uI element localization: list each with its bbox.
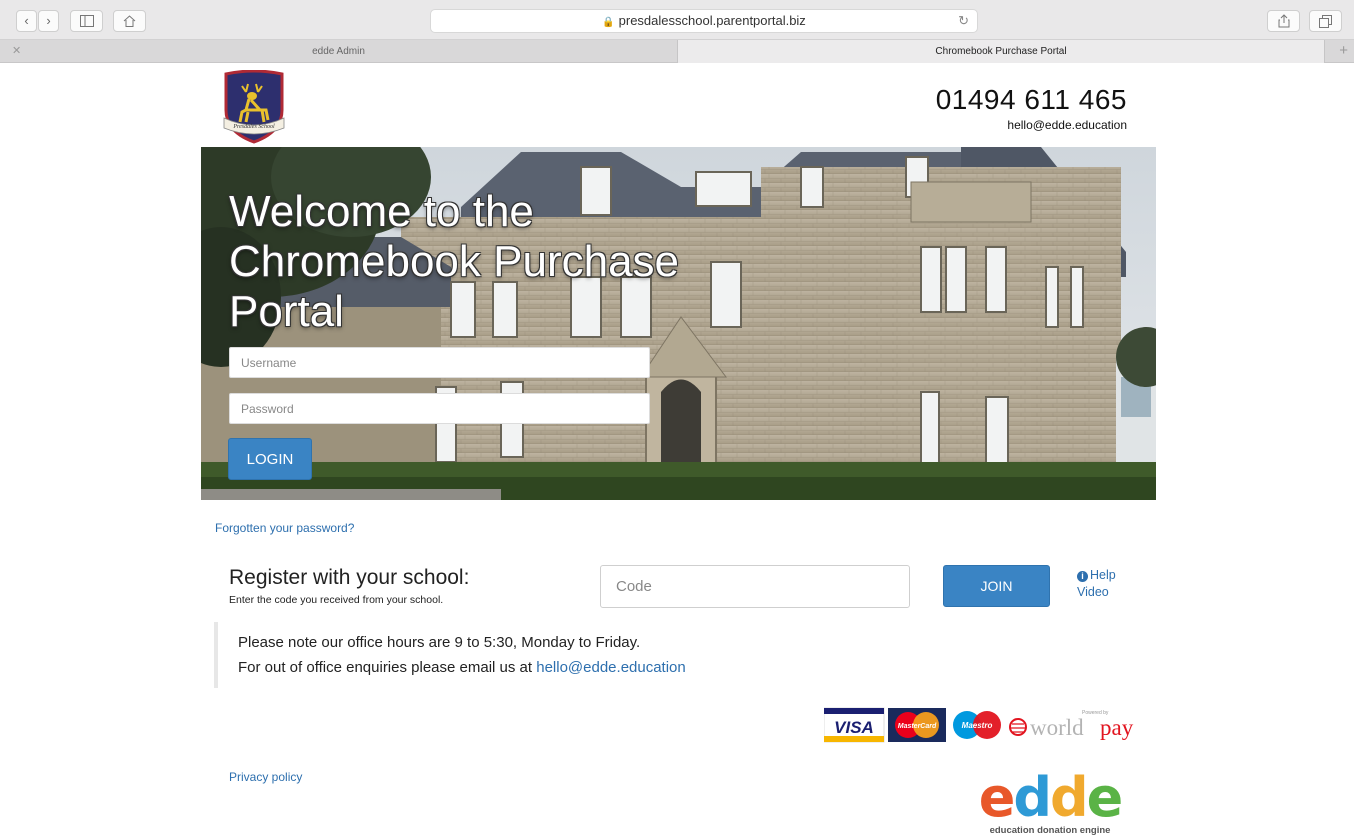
help-video-link[interactable]: i Help Video	[1077, 567, 1137, 601]
edde-logo[interactable]: edde education donation engine	[960, 772, 1140, 839]
plus-icon[interactable]: +	[1339, 40, 1348, 62]
register-subtitle: Enter the code you received from your sc…	[229, 594, 444, 606]
login-button[interactable]: LOGIN	[228, 438, 312, 480]
home-icon[interactable]	[113, 10, 146, 32]
sidebar-icon[interactable]	[70, 10, 103, 32]
tab-edde-admin[interactable]: ✕ edde Admin	[0, 40, 677, 63]
visa-text: VISA	[834, 718, 874, 737]
tab-label: Chromebook Purchase Portal	[935, 46, 1067, 57]
hero-title: Welcome to the Chromebook Purchase Porta…	[229, 187, 680, 336]
edde-letter-e2: e	[1086, 772, 1124, 829]
visa-logo: VISA	[824, 707, 885, 743]
privacy-policy-link[interactable]: Privacy policy	[229, 770, 302, 784]
payment-logos: VISA MasterCard Maestro Powered by world…	[824, 707, 1134, 743]
edde-letter-d2: d	[1050, 772, 1089, 829]
edde-letter-e1: e	[978, 772, 1016, 829]
notice-email-link[interactable]: hello@edde.education	[536, 659, 686, 676]
worldpay-logo: Powered by world pay	[1009, 710, 1134, 740]
mastercard-text: MasterCard	[898, 723, 937, 730]
office-hours-notice: Please note our office hours are 9 to 5:…	[214, 622, 774, 688]
tab-label: edde Admin	[312, 46, 365, 57]
hero-banner: Welcome to the Chromebook Purchase Porta…	[201, 147, 1156, 500]
share-icon[interactable]	[1267, 10, 1300, 32]
phone-number: 01494 611 465	[935, 84, 1127, 115]
mastercard-logo: MasterCard	[888, 708, 946, 742]
url-text: presdalesschool.parentportal.biz	[618, 13, 806, 28]
maestro-logo: Maestro	[953, 711, 1001, 739]
tab-bar: ✕ edde Admin Chromebook Purchase Portal …	[0, 40, 1354, 63]
address-bar[interactable]: 🔒 presdalesschool.parentportal.biz ↻	[430, 9, 978, 33]
back-icon[interactable]: ‹	[16, 10, 37, 32]
crest-text: Presdales School	[232, 124, 275, 130]
username-input[interactable]	[229, 347, 650, 378]
worldpay-world: world	[1030, 715, 1084, 740]
worldpay-pay: pay	[1100, 715, 1134, 740]
join-button[interactable]: JOIN	[943, 565, 1050, 607]
header-email[interactable]: hello@edde.education	[1007, 118, 1127, 132]
notice-line-2-text: For out of office enquiries please email…	[238, 659, 537, 676]
tabs-icon[interactable]	[1309, 10, 1342, 32]
lock-icon: 🔒	[602, 17, 615, 28]
maestro-text: Maestro	[962, 721, 993, 730]
notice-line-1: Please note our office hours are 9 to 5:…	[238, 634, 641, 651]
school-crest-logo[interactable]: Presdales School	[222, 69, 286, 144]
edde-letter-d1: d	[1013, 772, 1052, 829]
password-input[interactable]	[229, 393, 650, 424]
tab-chromebook-portal[interactable]: Chromebook Purchase Portal	[677, 40, 1325, 63]
notice-line-2: For out of office enquiries please email…	[238, 655, 774, 680]
forward-icon[interactable]: ›	[38, 10, 59, 32]
browser-toolbar: ‹ › 🔒 presdalesschool.parentportal.biz ↻	[0, 0, 1354, 40]
forgot-password-link[interactable]: Forgotten your password?	[215, 521, 354, 535]
edde-wordmark: edde	[960, 772, 1140, 825]
info-icon: i	[1077, 571, 1088, 582]
close-icon[interactable]: ✕	[12, 40, 21, 63]
reload-icon[interactable]: ↻	[958, 10, 969, 32]
school-code-input[interactable]	[600, 565, 910, 608]
register-title: Register with your school:	[229, 566, 470, 589]
